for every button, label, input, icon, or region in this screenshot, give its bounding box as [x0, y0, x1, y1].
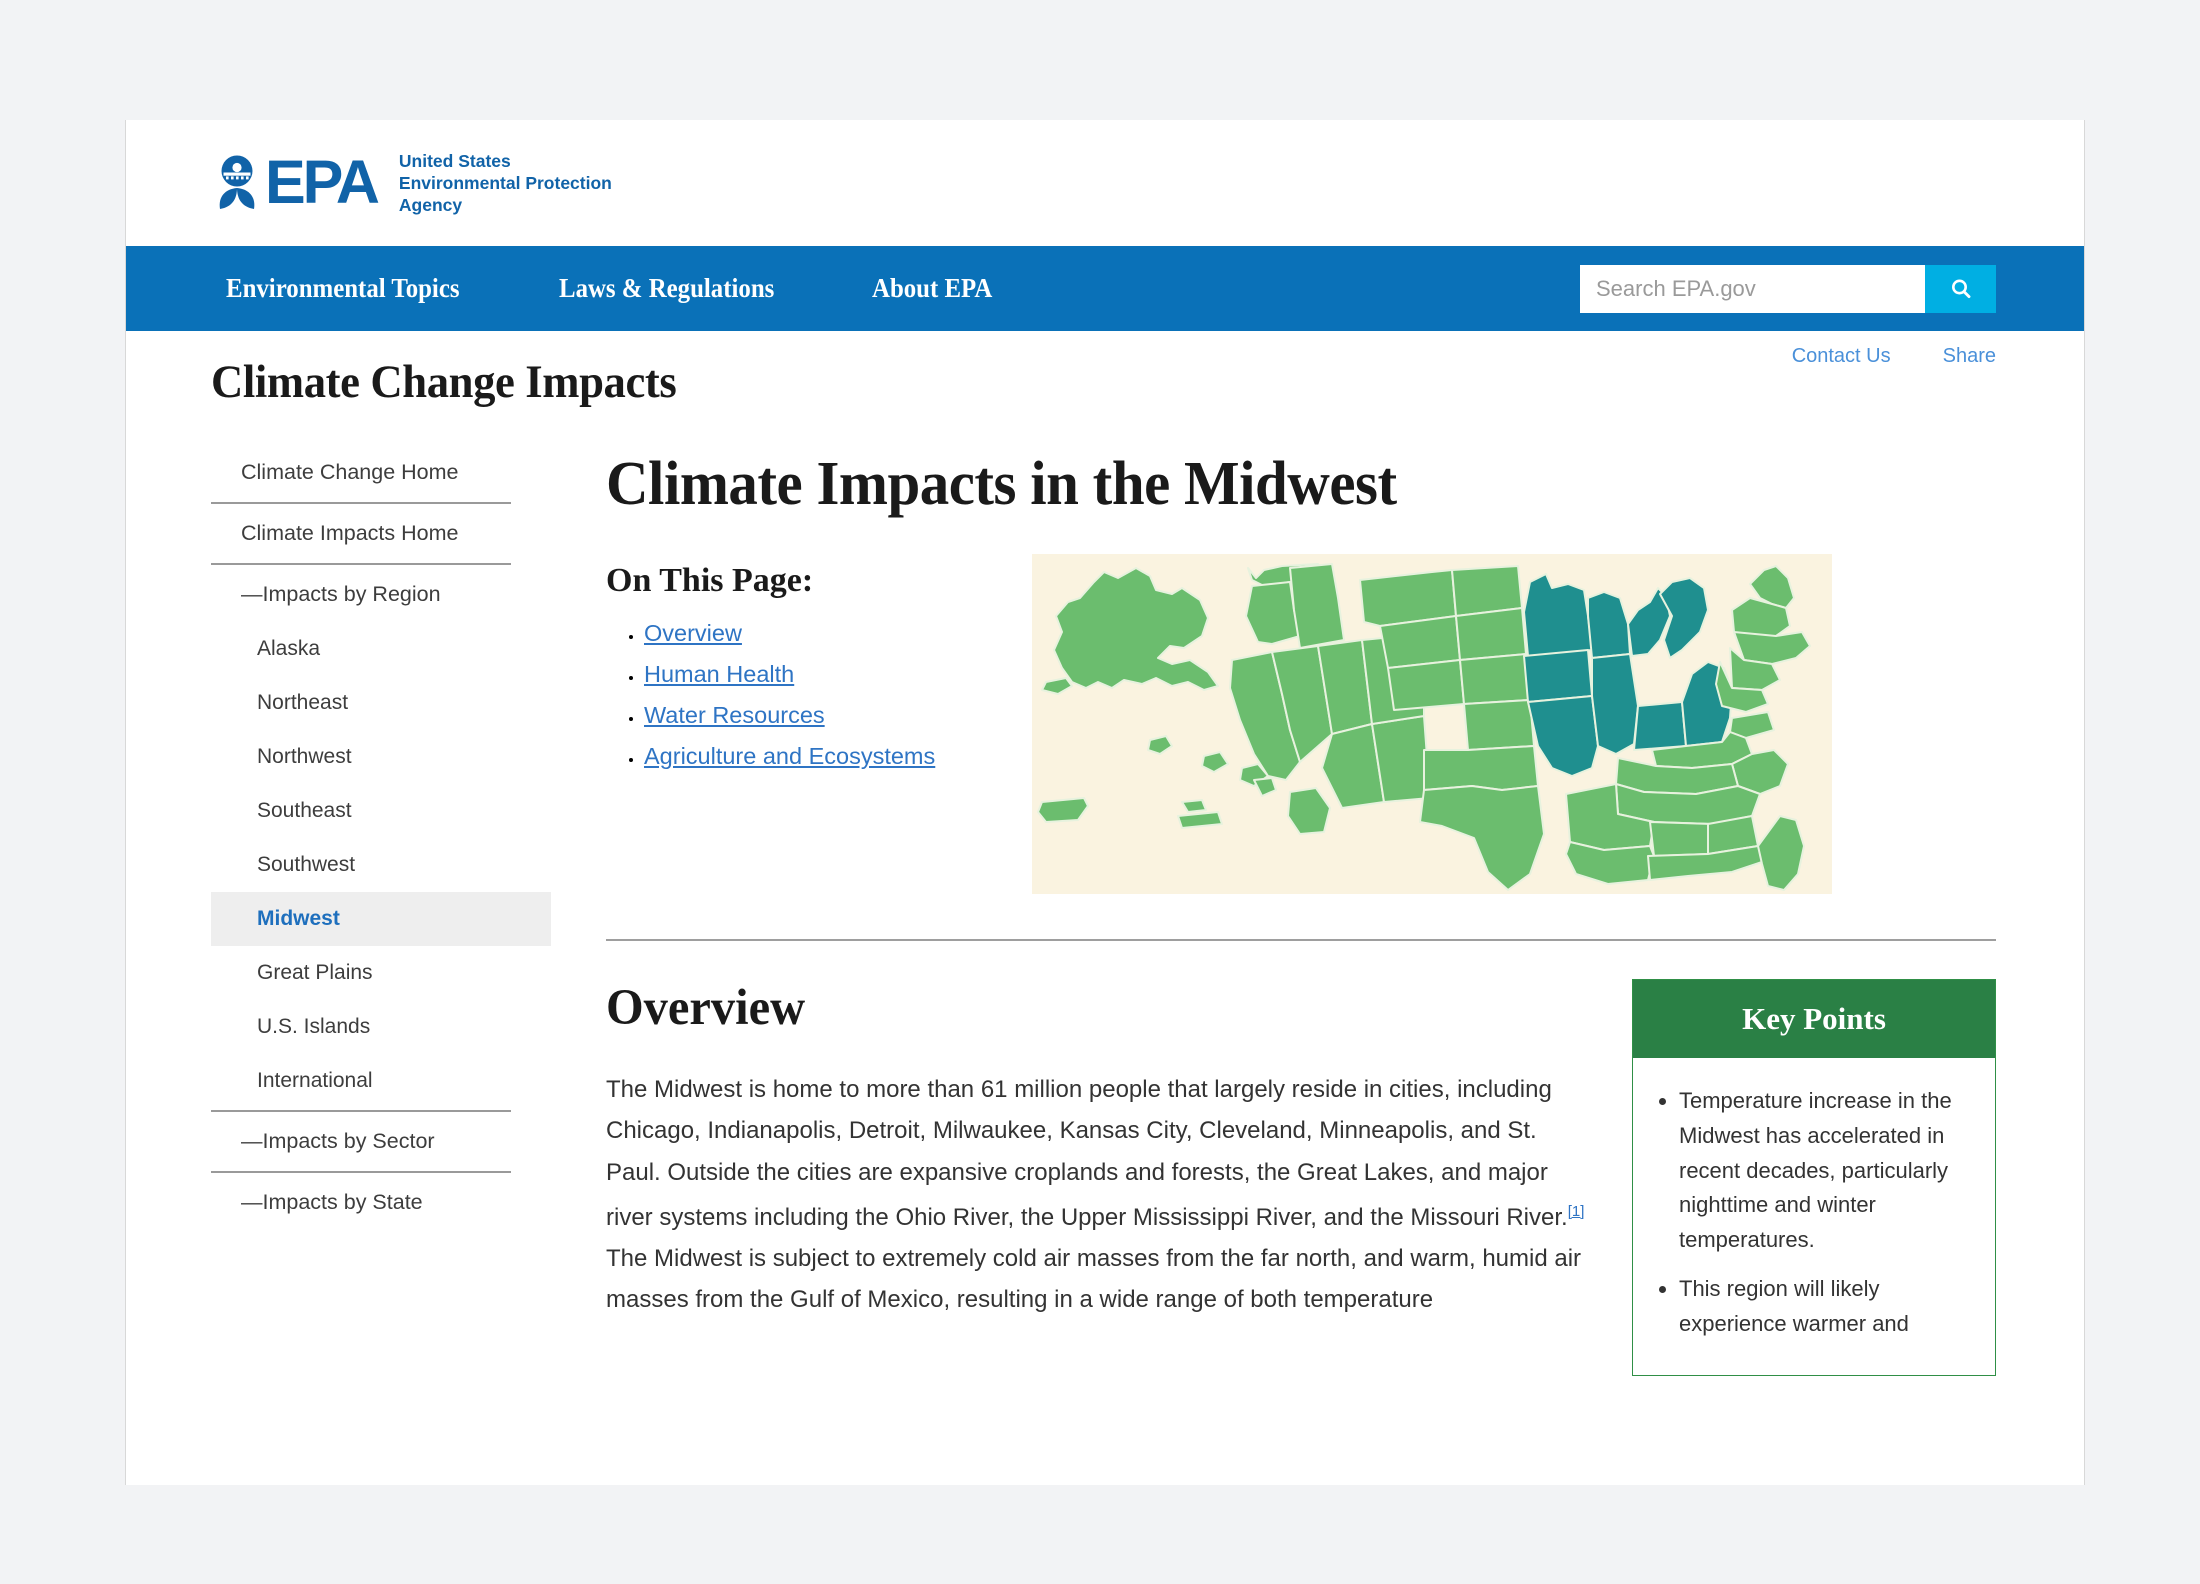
page-columns: Climate Change Home Climate Impacts Home —… [126, 423, 2084, 1377]
sidebar-item-southeast[interactable]: Southeast [211, 784, 551, 838]
sidebar-item-impacts-by-state[interactable]: —Impacts by State [211, 1175, 551, 1230]
key-points-heading: Key Points [1633, 980, 1995, 1058]
epa-masthead: EPA United States Environmental Protecti… [126, 120, 2084, 246]
key-points-item: This region will likely experience warme… [1679, 1272, 1969, 1342]
overview-column: Overview The Midwest is home to more tha… [606, 979, 1590, 1376]
epa-tagline-line1: United States [398, 150, 511, 171]
sidebar-item-impacts-by-region[interactable]: —Impacts by Region [211, 567, 551, 622]
on-this-page-link-water-resources[interactable]: Water Resources [644, 702, 825, 728]
epa-tagline-line2: Environmental Protection [398, 172, 612, 193]
epa-wordmark: EPA [265, 148, 380, 217]
key-points-box: Key Points Temperature increase in the M… [1632, 979, 1996, 1377]
sidebar-item-impacts-by-sector[interactable]: —Impacts by Sector [211, 1114, 551, 1169]
epa-logo[interactable]: EPA United States Environmental Protecti… [211, 150, 612, 216]
sidebar-divider [211, 502, 511, 504]
on-this-page-item: Human Health [644, 661, 1006, 688]
sidebar-item-u-s-islands[interactable]: U.S. Islands [211, 1000, 551, 1054]
sidebar-nav: Climate Change Home Climate Impacts Home —… [211, 423, 551, 1376]
on-this-page-item: Overview [644, 620, 1006, 647]
utility-links: Contact Us Share [1792, 345, 1996, 368]
page-title-row: Climate Change Impacts Contact Us Share [126, 331, 2084, 423]
overview-row: Overview The Midwest is home to more tha… [606, 979, 1996, 1377]
main-content: Climate Impacts in the Midwest On This P… [551, 423, 2084, 1377]
search-icon [1951, 279, 1970, 298]
on-this-page-link-agriculture-and-ecosystems[interactable]: Agriculture and Ecosystems [644, 743, 935, 769]
primary-navbar: Environmental Topics Laws & Regulations Ab… [126, 246, 2084, 331]
on-this-page-link-overview[interactable]: Overview [644, 620, 742, 646]
on-this-page: On This Page: Overview Human Health Water … [606, 554, 1006, 784]
search-button[interactable] [1925, 264, 1996, 313]
nav-item-0[interactable]: Environmental Topics [226, 273, 460, 304]
sidebar-item-northeast[interactable]: Northeast [211, 676, 551, 730]
sidebar-item-northwest[interactable]: Northwest [211, 730, 551, 784]
sidebar-item-southwest[interactable]: Southwest [211, 838, 551, 892]
nav-item-2[interactable]: About EPA [872, 273, 992, 304]
search-form [1580, 264, 1996, 313]
us-regions-map[interactable] [1032, 554, 1832, 894]
overview-text-part1: The Midwest is home to more than 61 mill… [606, 1076, 1568, 1231]
on-this-page-item: Water Resources [644, 702, 1006, 729]
citation-link-1[interactable]: [1] [1568, 1203, 1585, 1220]
on-this-page-heading: On This Page: [606, 562, 814, 599]
intro-row: On This Page: Overview Human Health Water … [606, 554, 1996, 894]
sidebar-item-alaska[interactable]: Alaska [211, 622, 551, 676]
page-title: Climate Change Impacts [211, 356, 677, 408]
on-this-page-link-human-health[interactable]: Human Health [644, 661, 794, 687]
key-points-list: Temperature increase in the Midwest has … [1645, 1084, 1969, 1341]
nav-item-1[interactable]: Laws & Regulations [559, 273, 774, 304]
epa-tagline: United States Environmental Protection A… [399, 150, 612, 216]
sidebar-item-climate-impacts-home[interactable]: Climate Impacts Home [211, 506, 551, 561]
sidebar-item-climate-change-home[interactable]: Climate Change Home [211, 445, 551, 500]
epa-tagline-line3: Agency [398, 195, 463, 216]
overview-heading: Overview [606, 980, 806, 1036]
browser-viewport: EPA United States Environmental Protecti… [125, 120, 2085, 1485]
sidebar-item-international[interactable]: International [211, 1054, 551, 1108]
util-link-share[interactable]: Share [1943, 345, 1996, 368]
overview-text-part2: The Midwest is subject to extremely cold… [606, 1245, 1582, 1314]
key-points-body: Temperature increase in the Midwest has … [1633, 1058, 1995, 1375]
sidebar-item-great-plains[interactable]: Great Plains [211, 946, 551, 1000]
main-heading: Climate Impacts in the Midwest [606, 450, 1397, 518]
us-regions-map-svg [1032, 554, 1832, 894]
search-input[interactable] [1580, 264, 1925, 313]
sidebar-divider [211, 1171, 511, 1173]
sidebar-divider [211, 563, 511, 565]
epa-seal-icon [219, 155, 255, 209]
on-this-page-item: Agriculture and Ecosystems [644, 743, 1006, 770]
sidebar-divider [211, 1110, 511, 1112]
key-points-item: Temperature increase in the Midwest has … [1679, 1084, 1969, 1258]
overview-paragraph: The Midwest is home to more than 61 mill… [606, 1069, 1590, 1321]
sidebar-item-midwest[interactable]: Midwest [211, 892, 551, 946]
section-divider [606, 939, 1996, 941]
util-link-contact-us[interactable]: Contact Us [1792, 345, 1891, 368]
on-this-page-list: Overview Human Health Water Resources Agric… [606, 620, 1006, 770]
